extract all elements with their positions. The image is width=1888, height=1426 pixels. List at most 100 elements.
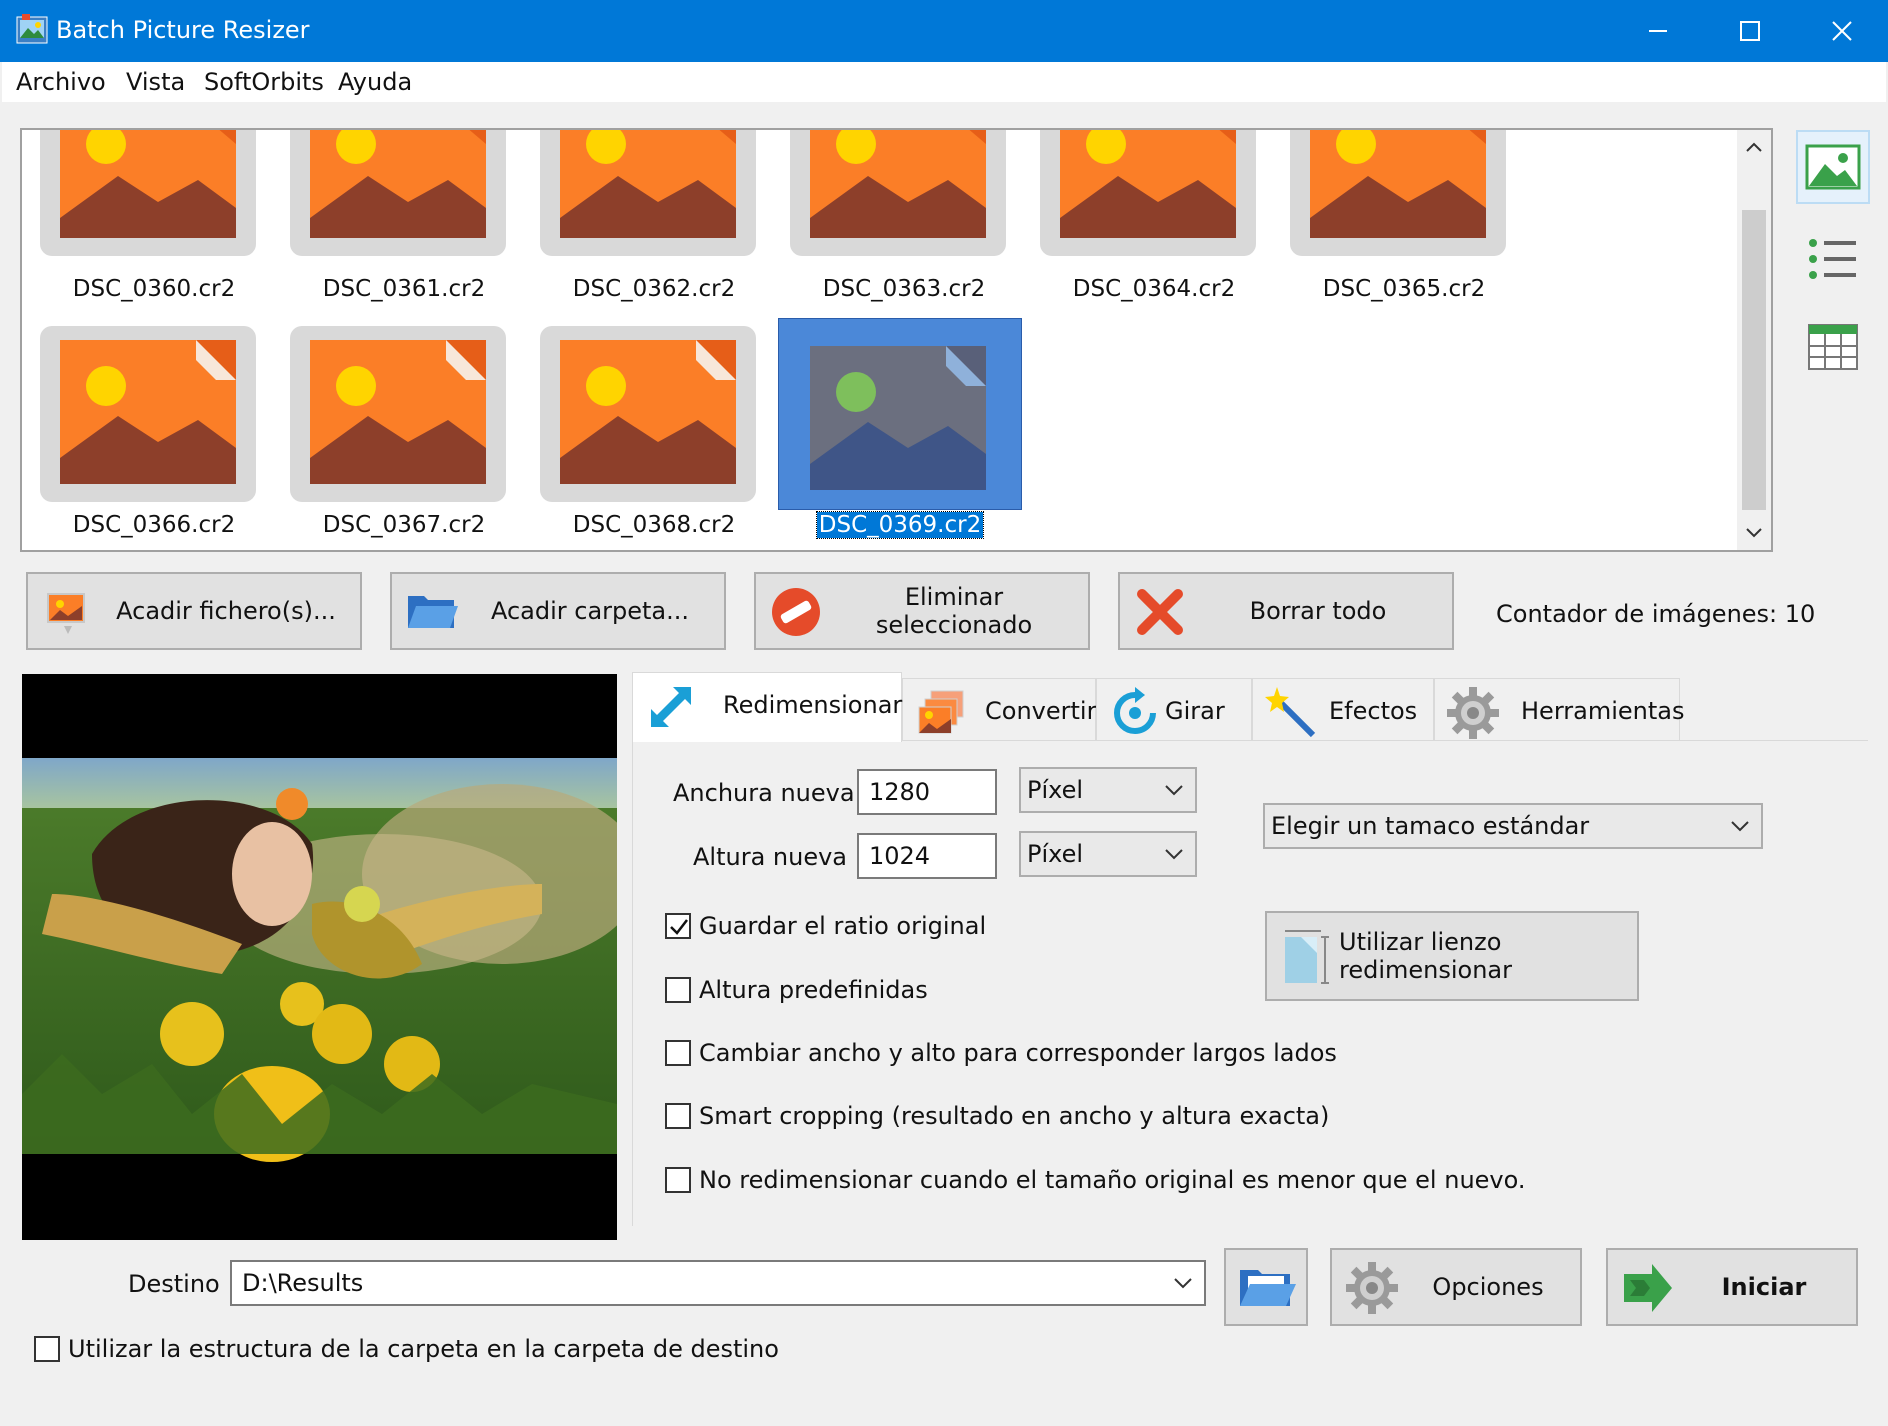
destination-combobox[interactable]: D:\Results — [230, 1260, 1206, 1306]
checkbox-label: Utilizar la estructura de la carpeta en … — [68, 1335, 779, 1363]
checkbox-label: Cambiar ancho y alto para corresponder l… — [699, 1039, 1337, 1067]
menu-bar: Archivo Vista SoftOrbits Ayuda — [2, 62, 1886, 102]
file-item[interactable]: DSC_0365.cr2 — [1272, 130, 1508, 360]
start-arrow-icon — [1624, 1264, 1672, 1312]
width-input[interactable]: 1280 — [857, 769, 997, 815]
image-placeholder-icon — [778, 318, 1022, 510]
image-placeholder-icon — [290, 326, 506, 502]
scroll-up-button[interactable] — [1737, 130, 1771, 164]
checkbox-box — [665, 1103, 691, 1129]
canvas-resize-label: Utilizar lienzo redimensionar — [1339, 928, 1513, 984]
resize-arrow-icon — [651, 687, 691, 727]
image-placeholder-icon — [540, 130, 756, 256]
checkbox-box — [665, 1167, 691, 1193]
checkbox-box — [665, 913, 691, 939]
swap-sides-checkbox[interactable]: Cambiar ancho y alto para corresponder l… — [665, 1038, 1337, 1068]
file-thumbnail-list[interactable]: DSC_0360.cr2 DSC_0361.cr2 DSC_0362.cr2 D… — [20, 128, 1773, 552]
menu-vista[interactable]: Vista — [126, 68, 185, 96]
convert-images-icon — [918, 690, 964, 734]
file-name: DSC_0366.cr2 — [72, 512, 236, 538]
tab-girar[interactable]: Girar — [1096, 678, 1252, 740]
menu-softorbits[interactable]: SoftOrbits — [204, 68, 324, 96]
file-name: DSC_0367.cr2 — [322, 512, 486, 538]
magic-wand-icon — [1265, 687, 1316, 738]
smart-cropping-checkbox[interactable]: Smart cropping (resultado en ancho y alt… — [665, 1101, 1329, 1131]
file-item[interactable]: DSC_0367.cr2 — [272, 326, 508, 550]
thumbnail-view-button[interactable] — [1796, 130, 1870, 204]
width-label: Anchura nueva — [673, 779, 855, 807]
start-label: Iniciar — [1721, 1273, 1807, 1301]
remove-icon — [772, 588, 820, 636]
keep-ratio-checkbox[interactable]: Guardar el ratio original — [665, 911, 986, 941]
tab-efectos[interactable]: Efectos — [1252, 678, 1434, 740]
add-folder-button[interactable]: Acadir carpeta... — [390, 572, 726, 650]
add-files-label: Acadir fichero(s)... — [116, 597, 336, 625]
title-bar: Batch Picture Resizer — [0, 0, 1888, 62]
remove-selected-button[interactable]: Eliminar seleccionado — [754, 572, 1090, 650]
image-placeholder-icon — [540, 326, 756, 502]
tab-label: Herramientas — [1521, 697, 1685, 725]
image-counter: Contador de imágenes: 10 — [1496, 600, 1816, 628]
image-placeholder-icon — [1290, 130, 1506, 256]
table-view-button[interactable] — [1796, 310, 1870, 384]
maximize-button[interactable] — [1704, 0, 1796, 62]
destination-value: D:\Results — [242, 1269, 364, 1297]
options-label: Opciones — [1432, 1273, 1544, 1301]
file-name: DSC_0361.cr2 — [322, 276, 486, 302]
chevron-up-icon — [1746, 142, 1762, 152]
thumbnail-scrollbar[interactable] — [1737, 130, 1771, 550]
folder-icon — [408, 596, 458, 628]
no-upscale-checkbox[interactable]: No redimensionar cuando el tamaño origin… — [665, 1165, 1526, 1195]
file-item[interactable]: DSC_0364.cr2 — [1022, 130, 1258, 360]
file-name: DSC_0364.cr2 — [1072, 276, 1236, 302]
chevron-down-icon — [1165, 849, 1183, 860]
tab-label: Girar — [1165, 697, 1225, 725]
checkmark-icon — [670, 919, 688, 935]
image-placeholder-icon — [790, 130, 1006, 256]
predefined-height-checkbox[interactable]: Altura predefinidas — [665, 975, 928, 1005]
clear-all-button[interactable]: Borrar todo — [1118, 572, 1454, 650]
tab-convertir[interactable]: Convertir — [902, 678, 1096, 740]
tab-redimensionar[interactable]: Redimensionar — [632, 672, 902, 742]
tab-herramientas[interactable]: Herramientas — [1434, 678, 1684, 740]
canvas-resize-button[interactable]: Utilizar lienzo redimensionar — [1265, 911, 1639, 1001]
file-name: DSC_0368.cr2 — [572, 512, 736, 538]
keep-folder-structure-checkbox[interactable]: Utilizar la estructura de la carpeta en … — [34, 1334, 779, 1364]
app-icon — [16, 14, 48, 44]
image-view-icon — [1805, 144, 1861, 190]
file-item[interactable]: DSC_0366.cr2 — [22, 326, 258, 550]
chevron-down-icon — [1731, 821, 1749, 832]
preview-photo — [22, 674, 617, 1240]
file-item-selected[interactable]: DSC_0369.cr2 — [772, 318, 1022, 548]
start-button[interactable]: Iniciar — [1606, 1248, 1858, 1326]
file-name: DSC_0365.cr2 — [1322, 276, 1486, 302]
list-view-button[interactable] — [1796, 222, 1870, 296]
menu-archivo[interactable]: Archivo — [16, 68, 106, 96]
file-name: DSC_0363.cr2 — [822, 276, 986, 302]
menu-ayuda[interactable]: Ayuda — [338, 68, 412, 96]
file-item[interactable]: DSC_0368.cr2 — [522, 326, 758, 550]
standard-size-select[interactable]: Elegir un tamaco estándar — [1263, 803, 1763, 849]
scroll-down-button[interactable] — [1737, 516, 1771, 550]
checkbox-box — [34, 1336, 60, 1362]
file-name: DSC_0360.cr2 — [72, 276, 236, 302]
add-files-button[interactable]: Acadir fichero(s)... — [26, 572, 362, 650]
clear-all-label: Borrar todo — [1249, 597, 1387, 625]
height-input[interactable]: 1024 — [857, 833, 997, 879]
width-unit-select[interactable]: Píxel — [1019, 767, 1197, 813]
delete-x-icon — [1137, 589, 1183, 635]
grid-table-icon — [1808, 324, 1858, 370]
tab-label: Efectos — [1329, 697, 1418, 725]
add-folder-label: Acadir carpeta... — [490, 597, 690, 625]
scrollbar-thumb[interactable] — [1742, 210, 1766, 510]
list-icon — [1809, 239, 1856, 279]
settings-tabs: Redimensionar Convertir Girar Efectos He… — [632, 672, 1868, 742]
options-button[interactable]: Opciones — [1330, 1248, 1582, 1326]
browse-folder-button[interactable] — [1224, 1248, 1308, 1326]
height-unit-select[interactable]: Píxel — [1019, 831, 1197, 877]
minimize-button[interactable] — [1612, 0, 1704, 62]
maximize-icon — [1740, 21, 1760, 41]
canvas-icon — [1285, 930, 1329, 984]
checkbox-label: Smart cropping (resultado en ancho y alt… — [699, 1102, 1330, 1130]
close-button[interactable] — [1796, 0, 1888, 62]
